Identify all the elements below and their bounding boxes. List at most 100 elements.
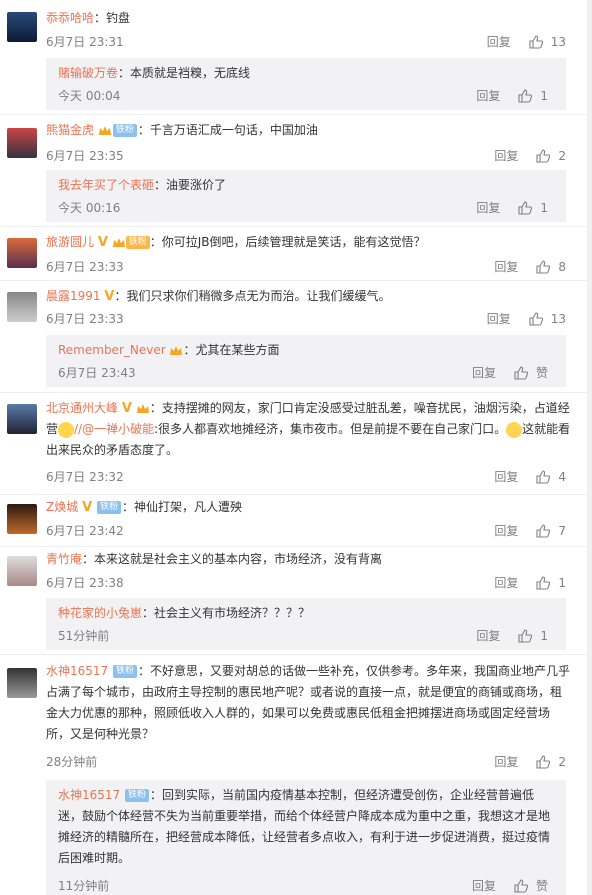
thumbs-up-icon[interactable] (536, 575, 551, 590)
thumbs-up-icon[interactable] (529, 34, 543, 49)
reply-button[interactable]: 回复 (494, 468, 518, 485)
user-name[interactable]: Remember_Never (58, 343, 166, 357)
user-name[interactable]: 北京通州大峰 (46, 401, 118, 415)
user-name[interactable]: 种花家的小兔崽 (58, 606, 142, 620)
reply-button[interactable]: 回复 (476, 199, 500, 216)
avatar[interactable] (7, 668, 37, 698)
reply-button[interactable]: 回复 (476, 627, 500, 644)
reply-box: Remember_Never ：尤其在某些方面 6月7日 23:43 回复 赞 (46, 335, 566, 387)
vip-icon: V (104, 289, 115, 304)
vip-icon: V (82, 500, 93, 515)
crown-icon (170, 345, 183, 355)
divider (0, 546, 592, 547)
vip-icon: V (97, 235, 108, 250)
timestamp: 28分钟前 (46, 755, 98, 769)
user-name[interactable]: Z焕城 (46, 500, 78, 514)
avatar[interactable] (7, 504, 37, 534)
like-count: 13 (550, 34, 566, 49)
emoji-icon (506, 421, 523, 438)
crown-icon (98, 125, 111, 135)
crown-icon (112, 237, 125, 247)
timestamp: 6月7日 23:33 (46, 260, 124, 274)
user-name[interactable]: 忝忝哈哈 (46, 11, 94, 25)
thumbs-up-icon[interactable] (518, 628, 533, 643)
reply-text: 油要涨价了 (166, 178, 227, 192)
divider (0, 280, 592, 281)
reply-button[interactable]: 回复 (494, 147, 518, 164)
reply-button[interactable]: 回复 (494, 522, 518, 539)
thumbs-up-icon[interactable] (536, 523, 551, 538)
user-name[interactable]: 水神16517 (46, 664, 108, 678)
avatar[interactable] (7, 128, 37, 158)
divider (0, 226, 592, 227)
avatar[interactable] (7, 404, 37, 434)
reply-button[interactable]: 回复 (476, 87, 500, 104)
reply-button[interactable]: 回复 (494, 574, 518, 591)
timestamp: 11分钟前 (58, 879, 110, 893)
like-count: 8 (558, 259, 566, 274)
comment-text: :很多人都喜欢地摊经济，集市夜市。但是前提不要在自己家门口。 (154, 422, 507, 436)
user-name[interactable]: 水神16517 (58, 788, 120, 802)
like-count: 1 (540, 88, 548, 103)
reply-button[interactable]: 回复 (472, 364, 496, 381)
user-name[interactable]: 旅游圆儿 (46, 235, 94, 249)
reply-button[interactable]: 回复 (494, 258, 518, 275)
reply-button[interactable]: 回复 (487, 33, 511, 50)
avatar[interactable] (7, 556, 37, 586)
divider (0, 114, 592, 115)
thumbs-up-icon[interactable] (529, 311, 543, 326)
user-name[interactable]: 我去年买了个表砸 (58, 178, 154, 192)
user-name[interactable]: 晨露1991 (46, 289, 101, 303)
reply-button[interactable]: 回复 (487, 310, 511, 327)
user-name[interactable]: 赌输破万卷 (58, 66, 118, 80)
comment-text: 千言万语汇成一句话，中国加油 (149, 123, 318, 137)
reply-button[interactable]: 回复 (494, 753, 518, 770)
reply-box: 赌输破万卷：本质就是裆糗，无底线 今天 00:04 回复 1 (46, 58, 566, 110)
thumbs-up-icon[interactable] (518, 88, 533, 103)
comment-text: 本来这就是社会主义的基本内容，市场经济，没有背离 (94, 552, 383, 566)
thumbs-up-icon[interactable] (536, 469, 551, 484)
reply-text: 社会主义有市场经济？？？？ (154, 606, 311, 620)
thumbs-up-icon[interactable] (514, 365, 528, 380)
like-count: 2 (558, 754, 566, 769)
like-count: 赞 (535, 879, 548, 893)
like-count: 2 (558, 148, 566, 163)
scrollbar[interactable] (587, 0, 592, 895)
crown-icon (136, 403, 149, 413)
user-name[interactable]: 青竹庵 (46, 552, 82, 566)
vip-icon: V (121, 401, 132, 416)
like-count: 1 (540, 628, 548, 643)
timestamp: 6月7日 23:43 (58, 366, 136, 380)
divider (0, 654, 592, 655)
thumbs-up-icon[interactable] (536, 148, 551, 163)
timestamp: 6月7日 23:33 (46, 312, 124, 326)
like-count: 4 (558, 469, 566, 484)
avatar[interactable] (7, 12, 37, 42)
avatar[interactable] (7, 238, 37, 268)
reply-text: 尤其在某些方面 (195, 343, 280, 357)
timestamp: 6月7日 23:38 (46, 576, 124, 590)
comment-text: 我们只求你们稍微多点无为而治。让我们缓缓气。 (126, 289, 391, 303)
comment-text: 你可拉JB倒吧，后续管理就是笑话，能有这觉悟？ (161, 235, 426, 249)
thumbs-up-icon[interactable] (518, 200, 533, 215)
fan-badge: 铁粉 (125, 236, 150, 249)
like-count: 13 (550, 311, 566, 326)
timestamp: 今天 00:04 (58, 89, 121, 103)
like-count: 赞 (535, 366, 548, 380)
like-count: 1 (540, 200, 548, 215)
avatar[interactable] (7, 292, 37, 322)
timestamp: 6月7日 23:32 (46, 470, 124, 484)
thumbs-up-icon[interactable] (536, 754, 551, 769)
timestamp: 6月7日 23:42 (46, 524, 124, 538)
thumbs-up-icon[interactable] (514, 878, 528, 893)
divider (0, 392, 592, 393)
reply-button[interactable]: 回复 (472, 877, 496, 894)
like-count: 1 (558, 575, 566, 590)
fan-badge: 铁粉 (113, 665, 138, 678)
thumbs-up-icon[interactable] (536, 259, 551, 274)
user-name[interactable]: 熊猫金虎 (46, 123, 94, 137)
mention-link[interactable]: //@一禅小破能 (74, 422, 154, 436)
timestamp: 51分钟前 (58, 629, 110, 643)
fan-badge: 铁粉 (96, 501, 121, 514)
reply-box: 种花家的小兔崽：社会主义有市场经济？？？？ 51分钟前 回复 1 (46, 598, 566, 650)
